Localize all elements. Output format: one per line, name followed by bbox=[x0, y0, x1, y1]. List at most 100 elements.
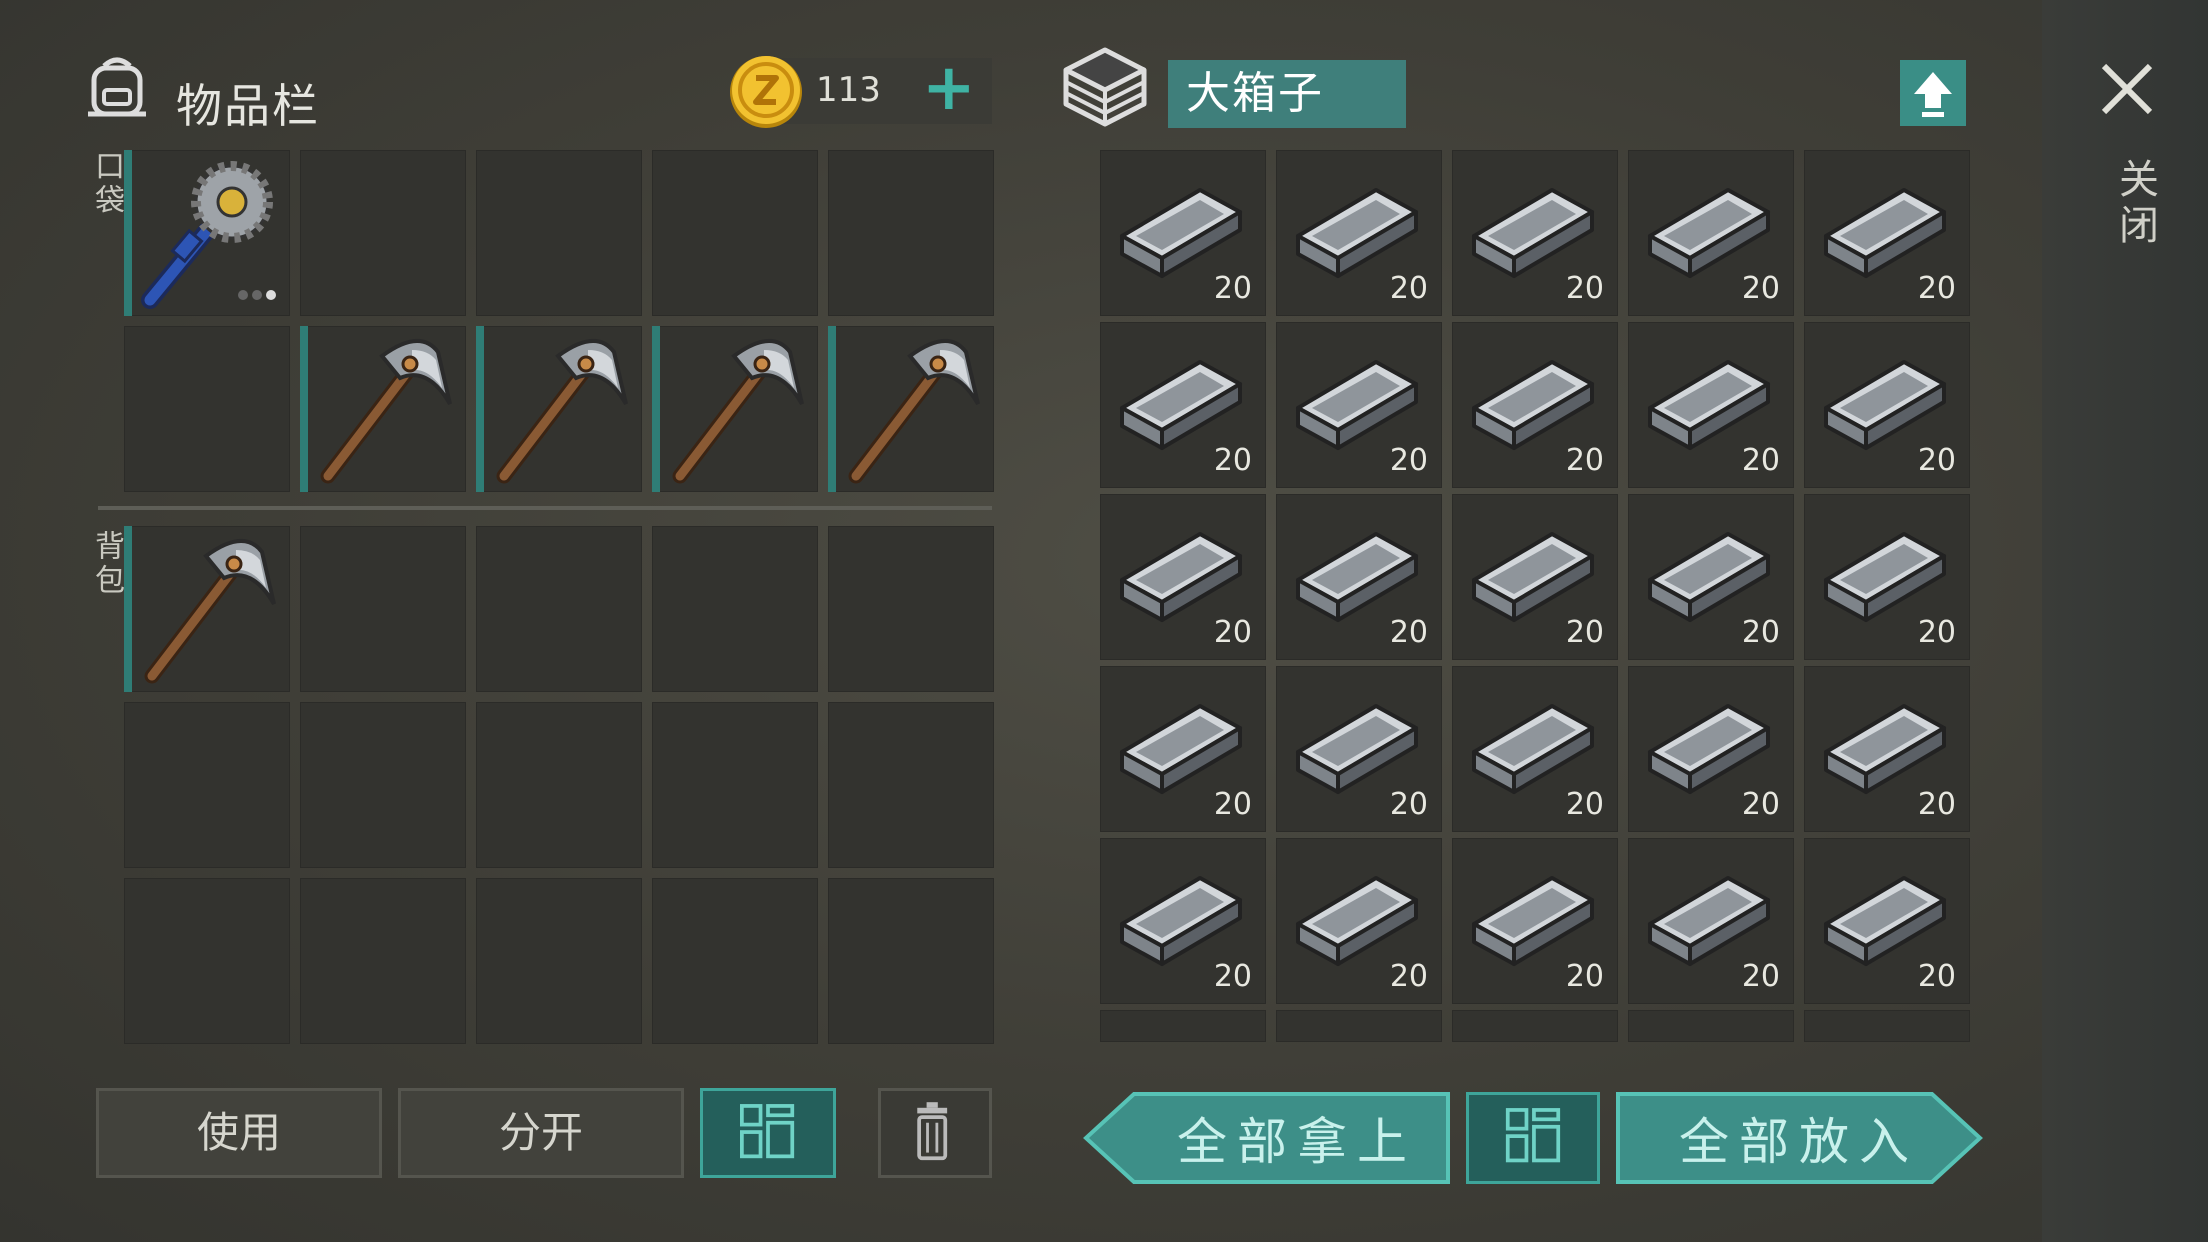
container-slot[interactable]: 20 bbox=[1628, 150, 1794, 316]
coin-amount: 113 bbox=[816, 70, 881, 110]
container-slot[interactable]: 20 bbox=[1100, 666, 1266, 832]
item-quantity: 20 bbox=[1741, 959, 1780, 994]
pickaxe-icon bbox=[496, 338, 628, 484]
container-slot-partial[interactable] bbox=[1100, 1010, 1266, 1042]
backpack-slot[interactable] bbox=[300, 878, 466, 1044]
container-slot-partial[interactable] bbox=[1276, 1010, 1442, 1042]
item-quantity: 20 bbox=[1213, 615, 1252, 650]
container-slot[interactable]: 20 bbox=[1804, 838, 1970, 1004]
inventory-title: 物品栏 bbox=[176, 79, 320, 133]
item-quantity: 20 bbox=[1565, 271, 1604, 306]
item-quantity: 20 bbox=[1389, 959, 1428, 994]
backpack-slot[interactable] bbox=[476, 526, 642, 692]
container-slot[interactable]: 20 bbox=[1628, 838, 1794, 1004]
close-icon[interactable] bbox=[2094, 56, 2160, 122]
container-slot[interactable]: 20 bbox=[1452, 838, 1618, 1004]
put-all-label: 全部放入 bbox=[1679, 1113, 1919, 1171]
backpack-slot[interactable] bbox=[652, 702, 818, 868]
backpack-slot[interactable] bbox=[300, 702, 466, 868]
split-button[interactable]: 分开 bbox=[398, 1088, 684, 1178]
trash-button[interactable] bbox=[878, 1088, 992, 1178]
item-quantity: 20 bbox=[1389, 443, 1428, 478]
pocket-slot[interactable] bbox=[652, 326, 818, 492]
item-quantity: 20 bbox=[1565, 615, 1604, 650]
pocket-slot[interactable] bbox=[476, 326, 642, 492]
container-slot[interactable]: 20 bbox=[1452, 150, 1618, 316]
backpack-slot[interactable] bbox=[124, 878, 290, 1044]
container-slot-partial[interactable] bbox=[1804, 1010, 1970, 1042]
item-quantity: 20 bbox=[1917, 443, 1956, 478]
item-quantity: 20 bbox=[1213, 271, 1252, 306]
sort-grid-icon bbox=[1505, 1108, 1561, 1163]
item-quantity: 20 bbox=[1565, 959, 1604, 994]
container-slot[interactable]: 20 bbox=[1804, 494, 1970, 660]
item-quantity: 20 bbox=[1213, 443, 1252, 478]
item-quantity: 20 bbox=[1741, 271, 1780, 306]
item-quantity: 20 bbox=[1565, 443, 1604, 478]
container-slot[interactable]: 20 bbox=[1100, 494, 1266, 660]
pickaxe-icon bbox=[320, 338, 452, 484]
container-slot-partial[interactable] bbox=[1452, 1010, 1618, 1042]
pocket-slot[interactable] bbox=[300, 326, 466, 492]
pocket-slot[interactable] bbox=[828, 150, 994, 316]
pickaxe-icon bbox=[672, 338, 804, 484]
backpack-slot[interactable] bbox=[828, 526, 994, 692]
container-slot[interactable]: 20 bbox=[1628, 666, 1794, 832]
take-all-button[interactable]: 全部拿上 bbox=[1082, 1092, 1452, 1184]
page-dots bbox=[234, 285, 276, 304]
pocket-slot[interactable] bbox=[300, 150, 466, 316]
take-all-label: 全部拿上 bbox=[1177, 1113, 1417, 1171]
section-divider bbox=[98, 506, 992, 510]
backpack-icon bbox=[88, 57, 146, 117]
backpack-slot[interactable] bbox=[476, 702, 642, 868]
container-slot[interactable]: 20 bbox=[1628, 494, 1794, 660]
item-quantity: 20 bbox=[1741, 615, 1780, 650]
item-quantity: 20 bbox=[1917, 787, 1956, 822]
pocket-slot[interactable] bbox=[124, 326, 290, 492]
upload-button[interactable] bbox=[1900, 60, 1966, 126]
container-slot-partial[interactable] bbox=[1628, 1010, 1794, 1042]
container-slot[interactable]: 20 bbox=[1276, 150, 1442, 316]
put-all-button[interactable]: 全部放入 bbox=[1614, 1092, 1984, 1184]
add-coins-button[interactable]: + bbox=[922, 56, 976, 120]
container-slot[interactable]: 20 bbox=[1100, 150, 1266, 316]
container-slot[interactable]: 20 bbox=[1100, 322, 1266, 488]
container-slot[interactable]: 20 bbox=[1804, 322, 1970, 488]
item-quantity: 20 bbox=[1917, 959, 1956, 994]
backpack-slot[interactable] bbox=[300, 526, 466, 692]
backpack-slot[interactable] bbox=[652, 526, 818, 692]
close-label[interactable]: 关闭 bbox=[2106, 158, 2164, 250]
backpack-label: 背包 bbox=[89, 530, 124, 598]
sort-container-button[interactable] bbox=[1466, 1092, 1600, 1184]
pickaxe-icon bbox=[848, 338, 980, 484]
sort-inventory-button[interactable] bbox=[700, 1088, 836, 1178]
pocket-slot[interactable] bbox=[476, 150, 642, 316]
pocket-slot[interactable] bbox=[652, 150, 818, 316]
container-slot[interactable]: 20 bbox=[1804, 150, 1970, 316]
item-quantity: 20 bbox=[1565, 787, 1604, 822]
pocket-slot[interactable] bbox=[828, 326, 994, 492]
container-slot[interactable]: 20 bbox=[1276, 838, 1442, 1004]
container-slot[interactable]: 20 bbox=[1628, 322, 1794, 488]
coin-icon bbox=[730, 56, 802, 128]
container-slot[interactable]: 20 bbox=[1804, 666, 1970, 832]
container-title: 大箱子 bbox=[1168, 60, 1406, 128]
item-quantity: 20 bbox=[1389, 615, 1428, 650]
backpack-slot[interactable] bbox=[124, 702, 290, 868]
container-slot[interactable]: 20 bbox=[1452, 322, 1618, 488]
use-button[interactable]: 使用 bbox=[96, 1088, 382, 1178]
container-slot[interactable]: 20 bbox=[1452, 666, 1618, 832]
container-slot[interactable]: 20 bbox=[1276, 322, 1442, 488]
container-slot[interactable]: 20 bbox=[1276, 494, 1442, 660]
container-slot[interactable]: 20 bbox=[1100, 838, 1266, 1004]
container-slot[interactable]: 20 bbox=[1452, 494, 1618, 660]
item-quantity: 20 bbox=[1917, 271, 1956, 306]
pocket-slot[interactable] bbox=[124, 150, 290, 316]
item-quantity: 20 bbox=[1917, 615, 1956, 650]
backpack-slot[interactable] bbox=[124, 526, 290, 692]
backpack-slot[interactable] bbox=[652, 878, 818, 1044]
backpack-slot[interactable] bbox=[476, 878, 642, 1044]
backpack-slot[interactable] bbox=[828, 878, 994, 1044]
container-slot[interactable]: 20 bbox=[1276, 666, 1442, 832]
backpack-slot[interactable] bbox=[828, 702, 994, 868]
